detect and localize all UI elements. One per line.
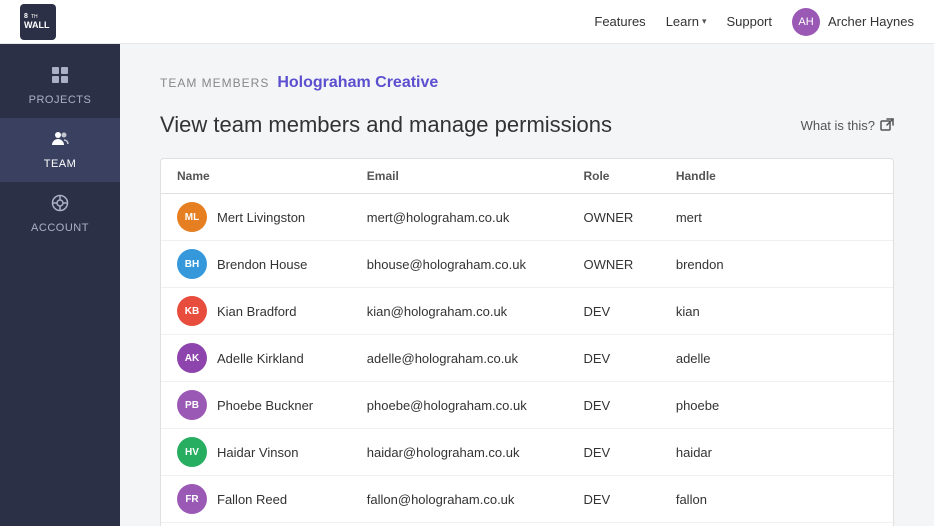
team-table: Name Email Role Handle ML Mert Livingston…	[161, 159, 893, 526]
table-row: ML Mert Livingston mert@holograham.co.ukOW…	[161, 194, 893, 241]
what-is-this-link[interactable]: What is this?	[801, 118, 894, 133]
avatar: KB	[177, 296, 207, 326]
cell-role: DEV	[567, 476, 659, 523]
sidebar-team-label: Team	[44, 158, 77, 170]
col-handle: Handle	[660, 159, 893, 194]
sidebar-item-account[interactable]: Account	[0, 182, 120, 246]
team-icon	[51, 130, 69, 153]
sidebar: Projects Team	[0, 44, 120, 526]
avatar: AK	[177, 343, 207, 373]
cell-handle: kieren	[660, 523, 893, 526]
member-name: Phoebe Buckner	[217, 398, 313, 413]
member-name: Brendon House	[217, 257, 307, 272]
avatar: FR	[177, 484, 207, 514]
col-role: Role	[567, 159, 659, 194]
nav-links: Features Learn ▾ Support	[594, 14, 772, 29]
table-row: PB Phoebe Buckner phoebe@holograham.co.ukD…	[161, 382, 893, 429]
cell-email: fallon@holograham.co.uk	[351, 476, 568, 523]
page-header: View team members and manage permissions…	[160, 112, 894, 138]
cell-handle: phoebe	[660, 382, 893, 429]
table-row: FR Fallon Reed fallon@holograham.co.ukDEVf…	[161, 476, 893, 523]
table-header-row: Name Email Role Handle	[161, 159, 893, 194]
cell-handle: fallon	[660, 476, 893, 523]
breadcrumb-section: TEAM MEMBERS	[160, 76, 269, 90]
page-title: View team members and manage permissions	[160, 112, 612, 138]
cell-handle: mert	[660, 194, 893, 241]
cell-role: DEV	[567, 429, 659, 476]
cell-name: FR Fallon Reed	[161, 476, 351, 523]
cell-email: bhouse@holograham.co.uk	[351, 241, 568, 288]
logo: 8 TH WALL	[20, 4, 56, 40]
account-icon	[51, 194, 69, 217]
cell-email: haidar@holograham.co.uk	[351, 429, 568, 476]
cell-email: mert@holograham.co.uk	[351, 194, 568, 241]
cell-handle: kian	[660, 288, 893, 335]
nav-support[interactable]: Support	[726, 14, 772, 29]
team-table-container: Name Email Role Handle ML Mert Livingston…	[160, 158, 894, 526]
avatar: BH	[177, 249, 207, 279]
cell-role: DEV	[567, 335, 659, 382]
cell-email: phoebe@holograham.co.uk	[351, 382, 568, 429]
table-row: AK Adelle Kirkland adelle@holograham.co.uk…	[161, 335, 893, 382]
cell-role: DEV	[567, 523, 659, 526]
user-menu[interactable]: AH Archer Haynes	[792, 8, 914, 36]
cell-handle: brendon	[660, 241, 893, 288]
svg-text:8: 8	[24, 13, 28, 20]
cell-name: BH Brendon House	[161, 241, 351, 288]
cell-email: kian@holograham.co.uk	[351, 288, 568, 335]
avatar: HV	[177, 437, 207, 467]
sidebar-projects-label: Projects	[29, 94, 92, 106]
sidebar-item-projects[interactable]: Projects	[0, 54, 120, 118]
learn-chevron-icon: ▾	[702, 16, 707, 27]
app-layout: Projects Team	[0, 44, 934, 526]
cell-email: kieren@holograham.co.uk	[351, 523, 568, 526]
member-name: Kian Bradford	[217, 304, 297, 319]
nav-features[interactable]: Features	[594, 14, 645, 29]
cell-handle: adelle	[660, 335, 893, 382]
sidebar-account-label: Account	[31, 222, 89, 234]
avatar: PB	[177, 390, 207, 420]
projects-icon	[51, 66, 69, 89]
cell-name: KB Kian Bradford	[161, 288, 351, 335]
cell-role: DEV	[567, 382, 659, 429]
cell-role: OWNER	[567, 194, 659, 241]
member-name: Fallon Reed	[217, 492, 287, 507]
table-row: HV Haidar Vinson haidar@holograham.co.ukDE…	[161, 429, 893, 476]
logo-icon: 8 TH WALL	[20, 4, 56, 40]
cell-name: ML Mert Livingston	[161, 194, 351, 241]
user-avatar: AH	[792, 8, 820, 36]
main-content: TEAM MEMBERS Holograham Creative View te…	[120, 44, 934, 526]
breadcrumb-org: Holograham Creative	[277, 74, 438, 92]
col-name: Name	[161, 159, 351, 194]
cell-name: HV Haidar Vinson	[161, 429, 351, 476]
col-email: Email	[351, 159, 568, 194]
cell-email: adelle@holograham.co.uk	[351, 335, 568, 382]
member-name: Haidar Vinson	[217, 445, 298, 460]
nav-learn[interactable]: Learn ▾	[666, 14, 707, 29]
breadcrumb: TEAM MEMBERS Holograham Creative	[160, 74, 894, 92]
sidebar-item-team[interactable]: Team	[0, 118, 120, 182]
member-name: Mert Livingston	[217, 210, 305, 225]
cell-handle: haidar	[660, 429, 893, 476]
top-nav: 8 TH WALL Features Learn ▾ Support AH Ar…	[0, 0, 934, 44]
user-name: Archer Haynes	[828, 14, 914, 29]
table-row: KBKieren Brookskieren@holograham.co.ukDE…	[161, 523, 893, 526]
cell-name: AK Adelle Kirkland	[161, 335, 351, 382]
cell-role: DEV	[567, 288, 659, 335]
table-row: KB Kian Bradford kian@holograham.co.ukDEVk…	[161, 288, 893, 335]
svg-text:WALL: WALL	[24, 20, 50, 30]
member-name: Adelle Kirkland	[217, 351, 304, 366]
cell-name: KBKieren Brooks	[161, 523, 351, 526]
cell-role: OWNER	[567, 241, 659, 288]
cell-name: PB Phoebe Buckner	[161, 382, 351, 429]
avatar: ML	[177, 202, 207, 232]
table-row: BH Brendon House bhouse@holograham.co.ukOW…	[161, 241, 893, 288]
external-link-icon	[880, 118, 894, 132]
